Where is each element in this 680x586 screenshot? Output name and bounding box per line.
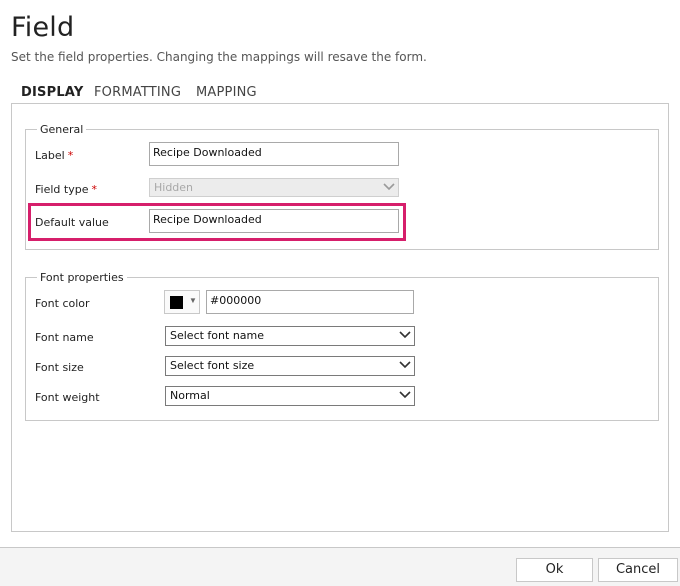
tab-formatting[interactable]: FORMATTING [94,85,181,100]
font-weight-select[interactable]: Normal [165,386,415,406]
dialog-footer: Ok Cancel [0,547,680,586]
label-text: Label [35,149,65,162]
general-legend: General [40,123,84,136]
chevron-down-icon [383,180,395,196]
field-type-value: Hidden [154,181,194,194]
required-marker: * [67,149,74,162]
font-size-select[interactable]: Select font size [165,356,415,376]
color-picker-button[interactable]: ▼ [164,290,200,314]
tab-mapping[interactable]: MAPPING [196,85,257,100]
ok-button[interactable]: Ok [516,558,593,582]
font-name-select[interactable]: Select font name [165,326,415,346]
color-swatch [170,296,183,309]
font-color-label: Font color [35,297,90,310]
field-type-text: Field type [35,183,89,196]
label-input[interactable]: Recipe Downloaded [149,142,399,166]
label-field-label: Label * [35,149,73,162]
default-value-input[interactable]: Recipe Downloaded [149,209,399,233]
caret-down-icon: ▼ [189,296,197,305]
field-type-select: Hidden [149,178,399,197]
font-weight-value: Normal [170,389,210,402]
chevron-down-icon [399,358,411,374]
cancel-button[interactable]: Cancel [598,558,678,582]
chevron-down-icon [399,328,411,344]
font-size-value: Select font size [170,359,255,372]
required-marker: * [91,183,97,196]
font-color-input[interactable]: #000000 [206,290,414,314]
font-weight-label: Font weight [35,391,100,404]
tab-display[interactable]: DISPLAY [21,85,83,100]
field-type-label: Field type * [35,183,97,196]
chevron-down-icon [399,388,411,404]
font-name-label: Font name [35,331,94,344]
font-name-value: Select font name [170,329,265,342]
dialog-title: Field [11,12,75,43]
default-value-label: Default value [35,216,109,229]
font-size-label: Font size [35,361,84,374]
font-properties-legend: Font properties [40,271,124,284]
dialog-subtitle: Set the field properties. Changing the m… [11,50,427,64]
